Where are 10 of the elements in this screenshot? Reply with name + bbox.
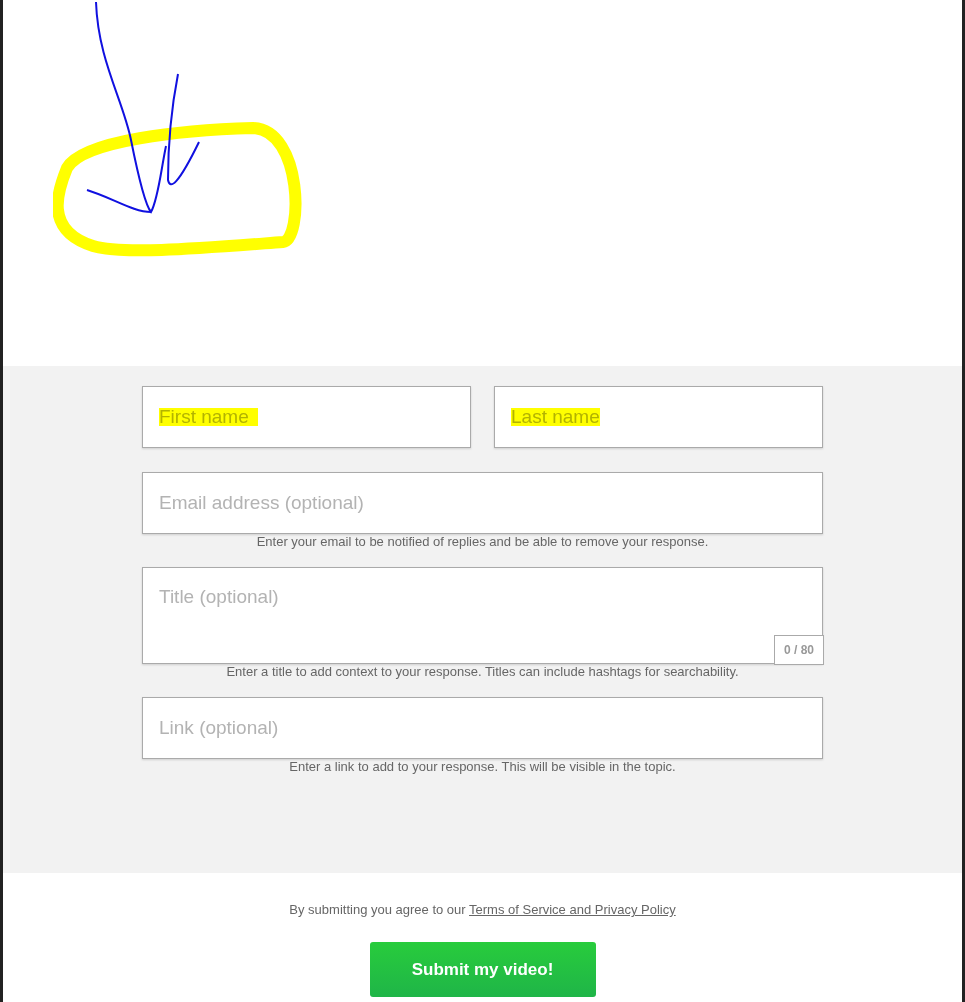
- terms-link[interactable]: Terms of Service and Privacy Policy: [469, 902, 676, 917]
- agreement-text: By submitting you agree to our Terms of Service and Privacy Policy: [289, 902, 676, 917]
- help-text: Enter a title to add context to your response. Titles can include hashtags for searchability.: [226, 664, 739, 679]
- input-field[interactable]: Last name: [494, 386, 823, 448]
- help-text: Enter your email to be notified of replies and be able to remove your response.: [256, 534, 709, 549]
- input-field[interactable]: Email address (optional): [142, 472, 823, 534]
- input-field[interactable]: First name: [142, 386, 471, 448]
- input-field[interactable]: Link (optional): [142, 697, 823, 759]
- character-counter: 0 / 80: [773, 635, 824, 665]
- help-text: Enter a link to add to your response. This will be visible in the topic.: [289, 759, 676, 774]
